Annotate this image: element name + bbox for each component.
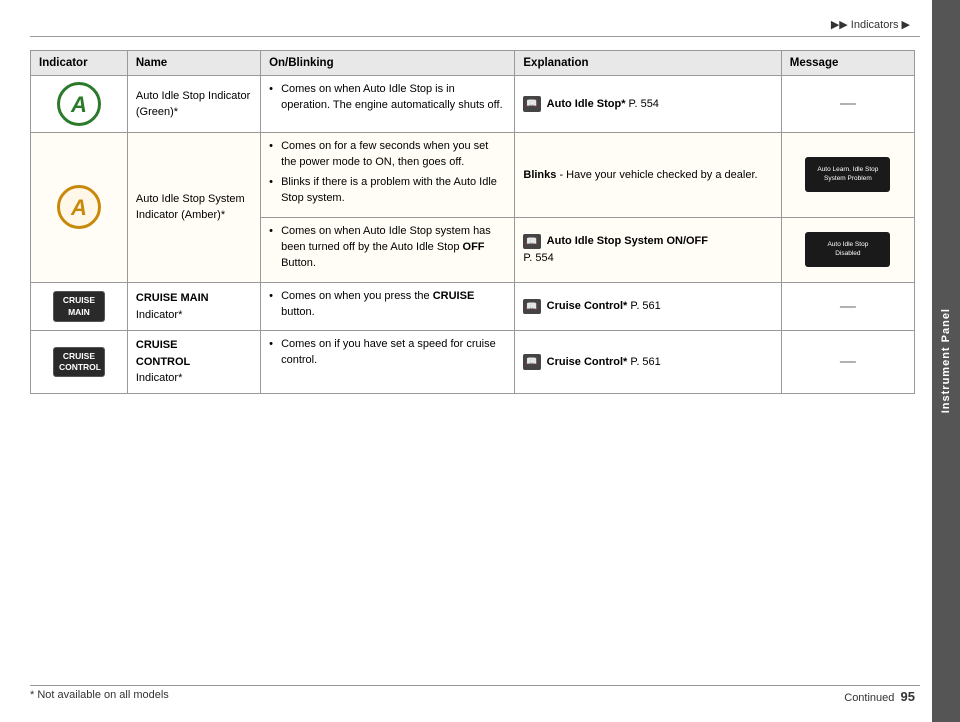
onblinking-cell-3: Comes on when Auto Idle Stop system has … [261, 217, 515, 282]
ref-icon: 📖 [523, 234, 540, 250]
explanation-cell-1: 📖 Auto Idle Stop* P. 554 [515, 76, 781, 133]
indicator-cell-5: CRUISECONTROL [31, 331, 128, 394]
indicator-cell-4: CRUISEMAIN [31, 282, 128, 331]
explanation-cell-3: 📖 Auto Idle Stop System ON/OFFP. 554 [515, 217, 781, 282]
explanation-link-2: Blinks - Have your vehicle checked by a … [523, 169, 757, 181]
message-dash-1: — [840, 95, 856, 112]
cruise-main-icon: CRUISEMAIN [53, 291, 105, 321]
onblinking-cell-5: Comes on if you have set a speed for cru… [261, 331, 515, 394]
explanation-cell-4: 📖 Cruise Control* P. 561 [515, 282, 781, 331]
msg-text-line1: Auto Learn. Idle Stop [817, 166, 878, 174]
explanation-link-4: 📖 Cruise Control* P. 561 [523, 300, 660, 312]
cruise-main-label: CRUISE MAIN [136, 292, 209, 304]
ref-icon: 📖 [523, 299, 540, 315]
message-dash-4: — [840, 298, 856, 315]
auto-idle-stop-green-icon: A [57, 82, 101, 126]
message-image-1: Auto Learn. Idle Stop System Problem [805, 157, 890, 192]
explanation-link-5: 📖 Cruise Control* P. 561 [523, 356, 660, 368]
indicator-cell-2: A [31, 133, 128, 283]
ref-text-bold3: Cruise Control* [547, 300, 628, 312]
page-number: 95 [901, 689, 915, 704]
msg-text-line2: Disabled [835, 250, 860, 258]
ref-icon: 📖 [523, 354, 540, 370]
ref-text-bold2: Auto Idle Stop System ON/OFF [547, 235, 708, 247]
message-cell-5: — [781, 331, 914, 394]
msg-text-line1: Auto Idle Stop [827, 241, 868, 249]
message-cell-2: Auto Learn. Idle Stop System Problem [781, 133, 914, 218]
side-tab: Instrument Panel [932, 0, 960, 722]
header-divider [30, 36, 920, 37]
name-cell-1: Auto Idle Stop Indicator (Green)* [127, 76, 260, 133]
list-item: Comes on when Auto Idle Stop system has … [269, 224, 506, 272]
msg-text-line2: System Problem [824, 175, 872, 183]
explanation-link-3: 📖 Auto Idle Stop System ON/OFFP. 554 [523, 235, 708, 264]
onblinking-cell-2: Comes on for a few seconds when you set … [261, 133, 515, 218]
message-dash-5: — [840, 353, 856, 370]
explanation-cell-5: 📖 Cruise Control* P. 561 [515, 331, 781, 394]
ref-icon: 📖 [523, 96, 540, 112]
page-container: Instrument Panel ▶▶ Indicators ▶ * Not a… [0, 0, 960, 722]
continued-label: Continued [844, 692, 894, 704]
name-cell-4: CRUISE MAINIndicator* [127, 282, 260, 331]
col-header-message: Message [781, 51, 914, 76]
auto-idle-stop-amber-icon: A [57, 185, 101, 229]
footer: * Not available on all models Continued … [30, 689, 915, 704]
message-cell-3: Auto Idle Stop Disabled [781, 217, 914, 282]
explanation-cell-2: Blinks - Have your vehicle checked by a … [515, 133, 781, 218]
indicators-table: Indicator Name On/Blinking Explanation M… [30, 50, 915, 394]
cruise-control-label: CRUISECONTROL [136, 339, 190, 368]
explanation-link-1: 📖 Auto Idle Stop* P. 554 [523, 98, 659, 110]
message-image-2: Auto Idle Stop Disabled [805, 232, 890, 267]
col-header-name: Name [127, 51, 260, 76]
list-item: Comes on when you press the CRUISE butto… [269, 289, 506, 321]
message-cell-4: — [781, 282, 914, 331]
table-row: CRUISECONTROL CRUISECONTROLIndicator* Co… [31, 331, 915, 394]
table-header-row: Indicator Name On/Blinking Explanation M… [31, 51, 915, 76]
ref-text-bold: Auto Idle Stop* [547, 98, 626, 110]
name-cell-5: CRUISECONTROLIndicator* [127, 331, 260, 394]
footer-divider [30, 685, 920, 686]
message-cell-1: — [781, 76, 914, 133]
list-item: Comes on for a few seconds when you set … [269, 139, 506, 171]
side-tab-label: Instrument Panel [940, 308, 952, 413]
footnote: * Not available on all models [30, 689, 169, 704]
main-content: Indicator Name On/Blinking Explanation M… [30, 50, 915, 677]
continued-page: Continued 95 [844, 689, 915, 704]
table-row: CRUISEMAIN CRUISE MAINIndicator* Comes o… [31, 282, 915, 331]
col-header-explanation: Explanation [515, 51, 781, 76]
indicator-cell-1: A [31, 76, 128, 133]
cruise-control-icon: CRUISECONTROL [53, 347, 105, 377]
list-item: Comes on if you have set a speed for cru… [269, 337, 506, 369]
onblinking-cell-4: Comes on when you press the CRUISE butto… [261, 282, 515, 331]
table-row: A Auto Idle Stop System Indicator (Amber… [31, 133, 915, 218]
header-breadcrumb: ▶▶ Indicators ▶ [831, 18, 910, 31]
blinks-bold: Blinks [523, 169, 556, 181]
list-item: Blinks if there is a problem with the Au… [269, 175, 506, 207]
onblinking-cell-1: Comes on when Auto Idle Stop is in opera… [261, 76, 515, 133]
ref-text-bold4: Cruise Control* [547, 356, 628, 368]
list-item: Comes on when Auto Idle Stop is in opera… [269, 82, 506, 114]
col-header-indicator: Indicator [31, 51, 128, 76]
table-row: A Auto Idle Stop Indicator (Green)* Come… [31, 76, 915, 133]
col-header-onblinking: On/Blinking [261, 51, 515, 76]
name-cell-2: Auto Idle Stop System Indicator (Amber)* [127, 133, 260, 283]
